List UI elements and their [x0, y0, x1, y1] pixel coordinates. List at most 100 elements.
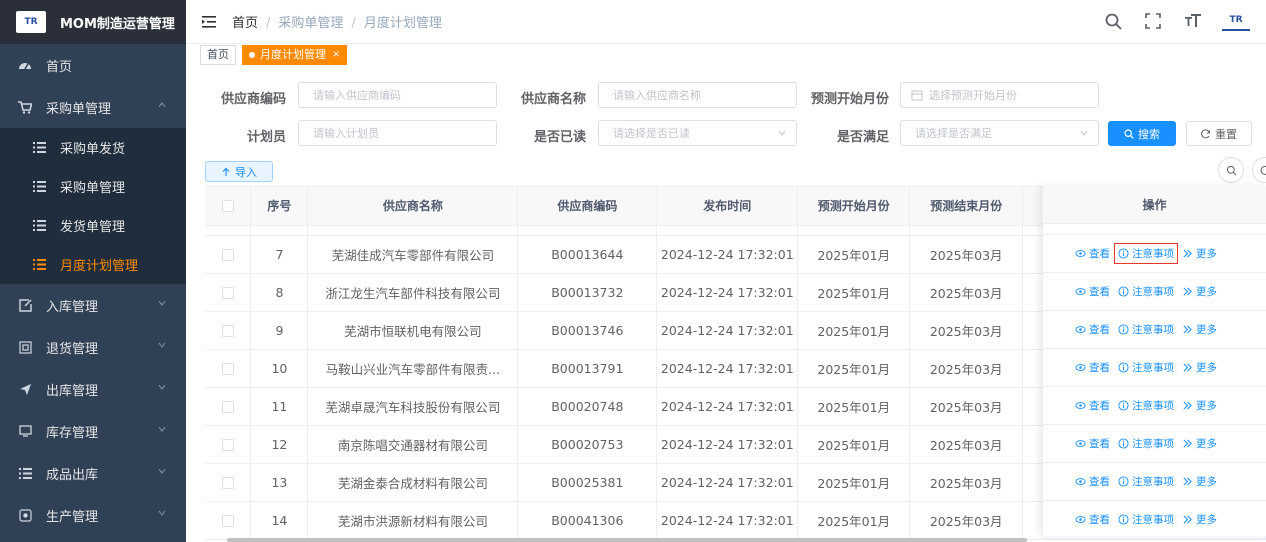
menu-toggle-icon[interactable]	[202, 15, 216, 28]
row-select-cell[interactable]	[205, 463, 252, 502]
notes-link[interactable]: 注意事项	[1114, 243, 1178, 264]
chevron-down-icon	[158, 384, 166, 390]
view-link[interactable]: 查看	[1075, 322, 1110, 337]
info-icon	[1118, 248, 1129, 259]
sidebar-item-finished-goods[interactable]: 成品出库	[0, 452, 186, 494]
row-checkbox[interactable]	[221, 325, 234, 337]
horizontal-scrollbar[interactable]	[205, 536, 1266, 542]
search-icon[interactable]	[1102, 10, 1124, 32]
row-checkbox[interactable]	[221, 287, 234, 299]
row-checkbox[interactable]	[221, 363, 234, 375]
eye-icon	[1075, 324, 1086, 335]
notes-link[interactable]: 注意事项	[1118, 474, 1174, 489]
notes-link[interactable]: 注意事项	[1118, 322, 1174, 337]
view-link[interactable]: 查看	[1075, 436, 1110, 451]
column-header-supplier-code[interactable]: 供应商编码	[517, 187, 658, 226]
more-link[interactable]: 更多	[1182, 512, 1217, 527]
toggle-search-button[interactable]	[1218, 157, 1244, 183]
row-checkbox[interactable]	[221, 515, 234, 527]
forecast-start: 2025年01月	[797, 273, 911, 312]
list-icon	[32, 258, 46, 272]
view-link[interactable]: 查看	[1075, 360, 1110, 375]
notes-link[interactable]: 注意事项	[1118, 436, 1174, 451]
fullscreen-icon[interactable]	[1142, 10, 1164, 32]
list-icon	[32, 219, 46, 233]
notes-link[interactable]: 注意事项	[1118, 284, 1174, 299]
view-link[interactable]: 查看	[1075, 246, 1110, 261]
sidebar-item-purchase-orders[interactable]: 采购单管理	[0, 167, 186, 206]
is-read-label: 是否已读	[533, 130, 586, 145]
notes-link[interactable]: 注意事项	[1118, 512, 1174, 527]
actions-row: 查看 注意事项 更多	[1043, 387, 1266, 425]
scrollbar-thumb[interactable]	[227, 538, 1027, 542]
supplier-code-input[interactable]: 请输入供应商编码	[298, 82, 497, 108]
row-select-cell[interactable]	[205, 349, 252, 388]
sidebar-item-outbound[interactable]: 出库管理	[0, 368, 186, 410]
eye-icon	[1075, 248, 1086, 259]
row-select-cell[interactable]	[205, 273, 252, 312]
forecast-start-picker[interactable]: 选择预测开始月份	[900, 82, 1099, 108]
view-link[interactable]: 查看	[1075, 474, 1110, 489]
sidebar-item-monthly-plan[interactable]: 月度计划管理	[0, 245, 186, 284]
sidebar-item-purchase-shipping[interactable]: 采购单发货	[0, 128, 186, 167]
link-label: 更多	[1196, 286, 1217, 298]
user-avatar-logo[interactable]: TR	[1222, 11, 1250, 31]
column-header-forecast-start[interactable]: 预测开始月份	[797, 187, 911, 226]
eye-icon	[1075, 286, 1086, 297]
more-link[interactable]: 更多	[1182, 474, 1217, 489]
row-select-cell[interactable]	[205, 425, 252, 464]
supplier-code: B00013791	[517, 349, 658, 388]
refresh-table-button[interactable]	[1252, 157, 1266, 183]
notes-link[interactable]: 注意事项	[1118, 398, 1174, 413]
notes-link[interactable]: 注意事项	[1118, 360, 1174, 375]
sidebar-item-purchase[interactable]: 采购单管理	[0, 86, 186, 128]
row-select-cell[interactable]	[205, 235, 252, 274]
supplier-name-input[interactable]: 请输入供应商名称	[598, 82, 797, 108]
close-icon[interactable]: ×	[332, 46, 340, 64]
row-checkbox[interactable]	[221, 477, 234, 489]
row-no: 9	[250, 311, 309, 350]
font-size-icon[interactable]	[1182, 10, 1204, 32]
column-header-no[interactable]: 序号	[250, 187, 309, 226]
info-icon	[1118, 438, 1129, 449]
view-link[interactable]: 查看	[1075, 284, 1110, 299]
sidebar-item-home[interactable]: 首页	[0, 44, 186, 86]
link-label: 注意事项	[1132, 438, 1174, 450]
select-all-checkbox[interactable]	[221, 200, 234, 213]
planner-input[interactable]: 请输入计划员	[298, 120, 497, 146]
sidebar-item-shipping-orders[interactable]: 发货单管理	[0, 206, 186, 245]
sidebar-item-production[interactable]: 生产管理	[0, 494, 186, 536]
more-link[interactable]: 更多	[1182, 436, 1217, 451]
row-checkbox[interactable]	[221, 401, 234, 413]
tag-monthly-plan[interactable]: 月度计划管理 ×	[242, 45, 348, 65]
reset-button[interactable]: 重置	[1186, 121, 1252, 146]
column-header-publish-time[interactable]: 发布时间	[656, 187, 799, 226]
breadcrumb-home[interactable]: 首页	[232, 16, 258, 31]
publish-time: 2024-12-24 17:32:01	[656, 349, 799, 388]
is-satisfied-select[interactable]: 请选择是否满足	[900, 120, 1099, 146]
sidebar-item-returns[interactable]: 退货管理	[0, 326, 186, 368]
sidebar-item-inbound[interactable]: 入库管理	[0, 284, 186, 326]
double-chevron-right-icon	[1182, 248, 1193, 259]
sidebar-item-inventory[interactable]: 库存管理	[0, 410, 186, 452]
tag-home[interactable]: 首页	[200, 45, 236, 65]
more-link[interactable]: 更多	[1182, 322, 1217, 337]
supplier-name: 芜湖佳成汽车零部件有限公司	[307, 235, 519, 274]
view-link[interactable]: 查看	[1075, 512, 1110, 527]
column-header-supplier-name[interactable]: 供应商名称	[307, 187, 519, 226]
more-link[interactable]: 更多	[1182, 360, 1217, 375]
row-checkbox[interactable]	[221, 439, 234, 451]
more-link[interactable]: 更多	[1182, 246, 1217, 261]
row-select-cell[interactable]	[205, 501, 252, 540]
import-button[interactable]: 导入	[205, 161, 273, 182]
row-select-cell[interactable]	[205, 387, 252, 426]
search-button[interactable]: 搜索	[1108, 121, 1176, 146]
row-checkbox[interactable]	[221, 249, 234, 261]
more-link[interactable]: 更多	[1182, 398, 1217, 413]
row-select-cell[interactable]	[205, 311, 252, 350]
view-link[interactable]: 查看	[1075, 398, 1110, 413]
column-header-forecast-end[interactable]: 预测结束月份	[909, 187, 1024, 226]
is-read-select[interactable]: 请选择是否已读	[598, 120, 797, 146]
select-all-cell[interactable]	[205, 187, 252, 226]
more-link[interactable]: 更多	[1182, 284, 1217, 299]
